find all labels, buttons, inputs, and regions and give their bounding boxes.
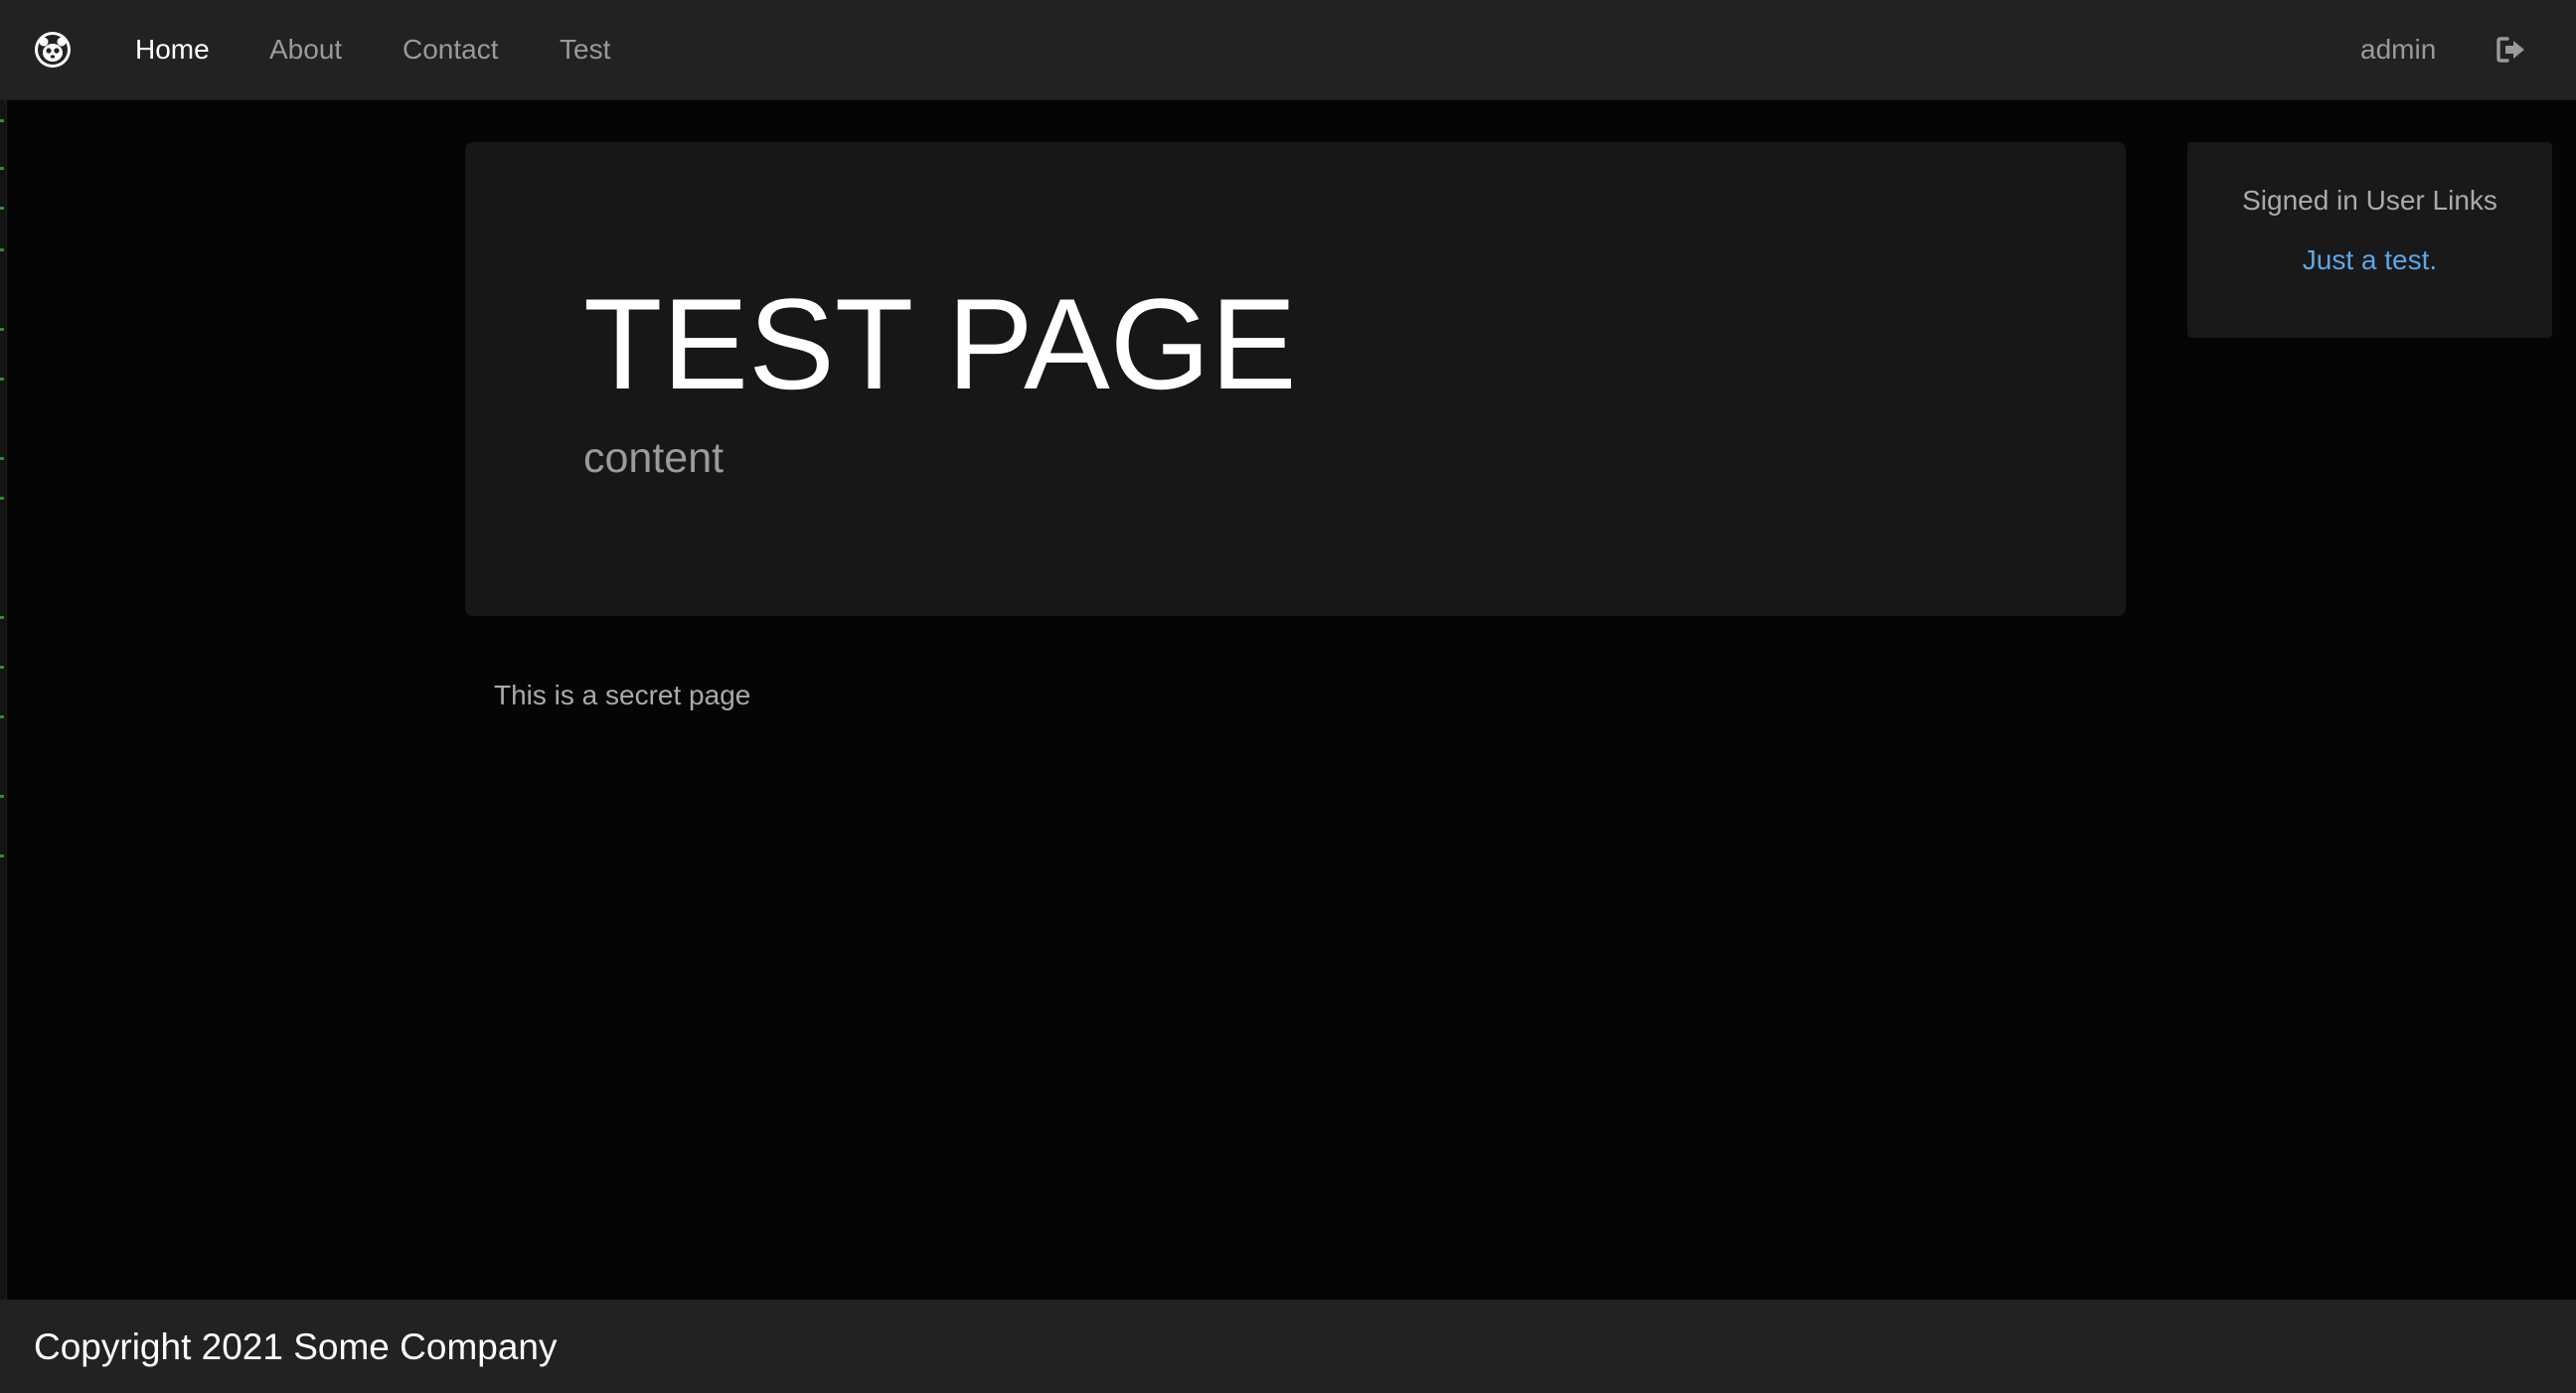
edge-tick	[0, 854, 4, 857]
jumbotron-panel: TEST PAGE content	[465, 142, 2126, 616]
edge-tick	[0, 497, 4, 500]
top-navbar: Home About Contact Test admin	[0, 0, 2576, 100]
edge-tick	[0, 167, 4, 170]
edge-tick	[0, 795, 4, 798]
user-account-link[interactable]: admin	[2360, 32, 2436, 68]
edge-tick	[0, 248, 4, 251]
nav-test-link[interactable]: Test	[560, 32, 610, 68]
edge-tick	[0, 119, 4, 122]
nav-home-link[interactable]: Home	[135, 32, 210, 68]
edge-tick	[0, 207, 4, 210]
just-a-test-link[interactable]: Just a test.	[2187, 242, 2552, 278]
sign-out-icon[interactable]	[2496, 36, 2526, 64]
window-edge-strip	[0, 99, 7, 1300]
signed-in-links-title: Signed in User Links	[2242, 185, 2497, 216]
copyright-text: Copyright 2021 Some Company	[34, 1326, 558, 1367]
page-title: TEST PAGE	[583, 271, 1297, 416]
signed-in-links-card: Signed in User Links Just a test.	[2187, 142, 2552, 338]
page-body-text: This is a secret page	[494, 680, 751, 710]
edge-tick	[0, 457, 4, 460]
nav-about-link[interactable]: About	[269, 32, 342, 68]
nav-contact-link[interactable]: Contact	[402, 32, 499, 68]
app-logo-icon[interactable]	[33, 30, 73, 70]
page-lead-text: content	[583, 434, 724, 482]
edge-tick	[0, 378, 4, 381]
edge-tick	[0, 666, 4, 669]
edge-tick	[0, 715, 4, 718]
edge-tick	[0, 616, 4, 619]
page-footer: Copyright 2021 Some Company	[0, 1300, 2576, 1393]
edge-tick	[0, 328, 4, 331]
